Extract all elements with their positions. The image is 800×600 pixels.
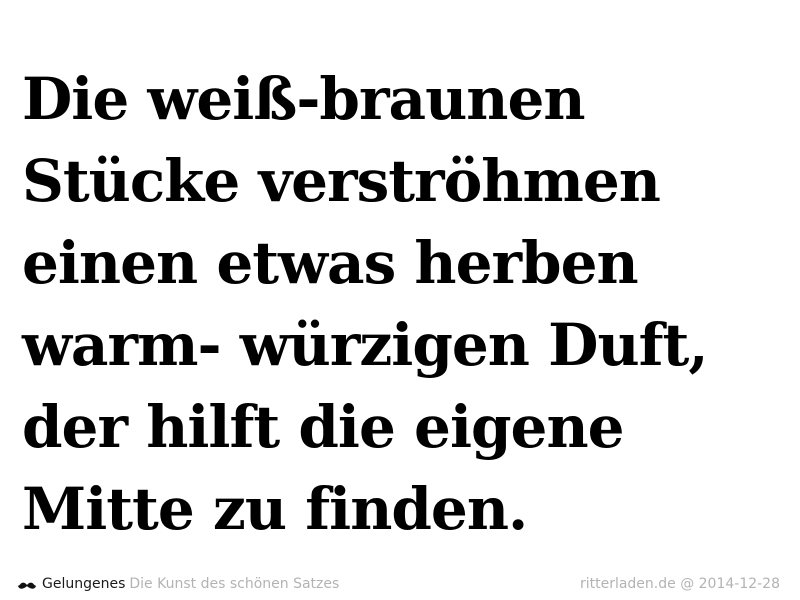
brand-name: Gelungenes [42, 576, 126, 592]
footer: Gelungenes Die Kunst des schönen Satzes … [18, 573, 780, 595]
quote-text: Die weiß-braunen Stücke verströhmen eine… [22, 58, 792, 550]
quote-line: einen etwas herben [22, 229, 639, 297]
quote-line: warm- würzigen Duft, [22, 311, 709, 379]
quote-line: Die weiß-braunen [22, 65, 586, 133]
page: Die weiß-braunen Stücke verströhmen eine… [0, 0, 800, 600]
mustache-icon [18, 579, 36, 589]
brand-tagline: Die Kunst des schönen Satzes [129, 576, 340, 592]
quote-line: der hilft die eigene [22, 393, 625, 461]
quote-line: Mitte zu finden. [22, 475, 528, 543]
quote-line: Stücke verströhmen [22, 147, 661, 215]
source-credit[interactable]: ritterladen.de @ 2014-12-28 [580, 576, 780, 592]
brand[interactable]: Gelungenes Die Kunst des schönen Satzes [18, 576, 339, 592]
